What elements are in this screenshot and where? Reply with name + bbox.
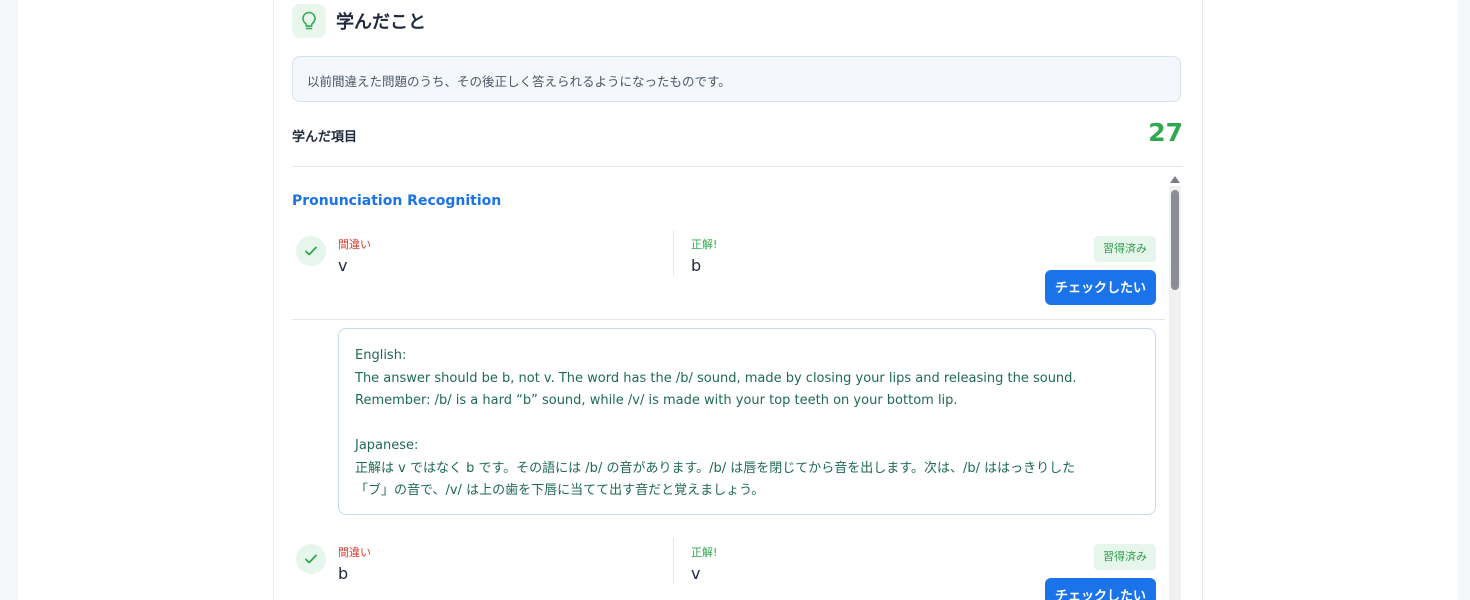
card-header: 学んだこと xyxy=(292,4,426,38)
wrong-label: 間違い xyxy=(338,238,371,251)
wrong-value: b xyxy=(338,564,349,583)
learned-count-label: 学んだ項目 xyxy=(292,130,358,145)
explanation-en-line: Remember: /b/ is a hard “b” sound, while… xyxy=(355,393,958,408)
explanation-ja-heading: Japanese: xyxy=(355,438,419,453)
explanation-ja-line: 正解は v ではなく b です。その語には /b/ の音があります。/b/ は唇… xyxy=(355,460,1076,476)
check-icon xyxy=(296,544,326,574)
wrong-label: 間違い xyxy=(338,546,371,559)
info-message: 以前間違えた問題のうち、その後正しく答えられるようになったものです。 xyxy=(292,56,1181,102)
mastered-badge: 習得済み xyxy=(1094,236,1156,262)
section-title: Pronunciation Recognition xyxy=(292,193,502,209)
learned-card: 学んだこと 以前間違えた問題のうち、その後正しく答えられるようになったものです。… xyxy=(273,0,1203,600)
column-divider xyxy=(673,538,674,584)
check-button[interactable]: チェックしたい xyxy=(1044,578,1156,600)
explanation-en-heading: English: xyxy=(355,348,407,363)
learned-item: 間違い b 正解! v 習得済み チェックしたい xyxy=(292,538,1156,600)
correct-value: v xyxy=(691,564,701,583)
learned-count-row: 学んだ項目 27 xyxy=(292,118,1183,150)
correct-label: 正解! xyxy=(691,238,718,251)
correct-value: b xyxy=(691,256,702,275)
check-button[interactable]: チェックしたい xyxy=(1044,270,1156,305)
scrollbar-thumb[interactable] xyxy=(1171,190,1179,290)
explanation-box: English: The answer should be b, not v. … xyxy=(338,328,1156,515)
learned-count-value: 27 xyxy=(1148,118,1183,147)
explanation-en-line: The answer should be b, not v. The word … xyxy=(355,370,1077,386)
scroll-up-arrow-icon[interactable] xyxy=(1170,176,1180,183)
header-divider xyxy=(292,166,1183,167)
lightbulb-icon xyxy=(292,4,326,38)
mastered-badge: 習得済み xyxy=(1094,544,1156,570)
page-title: 学んだこと xyxy=(336,12,426,33)
column-divider xyxy=(673,230,674,276)
explanation-spacer xyxy=(355,413,1139,436)
wrong-value: v xyxy=(338,256,348,275)
explanation-ja-line: 「ブ」の音で、/v/ は上の歯を下唇に当てて出す音だと覚えましょう。 xyxy=(355,483,765,498)
correct-label: 正解! xyxy=(691,546,718,559)
learned-item: 間違い v 正解! b 習得済み チェックしたい xyxy=(292,230,1156,320)
check-icon xyxy=(296,236,326,266)
entry-divider xyxy=(292,319,1165,320)
